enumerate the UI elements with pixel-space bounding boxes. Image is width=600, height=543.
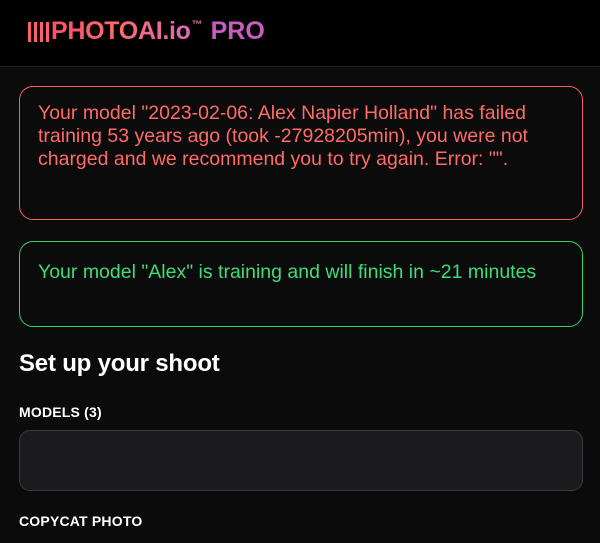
copycat-photo-label: COPYCAT PHOTO bbox=[19, 513, 143, 529]
training-failed-alert: Your model "2023-02-06: Alex Napier Holl… bbox=[19, 86, 583, 220]
models-label: MODELS (3) bbox=[19, 404, 102, 420]
models-select-input[interactable] bbox=[19, 430, 583, 491]
logo-pro-badge: PRO bbox=[210, 17, 265, 45]
top-navbar: PHOTOAI.io ™ PRO bbox=[0, 0, 600, 67]
app-page: PHOTOAI.io ™ PRO Your model "2023-02-06:… bbox=[0, 0, 600, 543]
photoai-logo[interactable]: PHOTOAI.io ™ PRO bbox=[28, 17, 265, 51]
logo-trademark: ™ bbox=[191, 19, 203, 31]
training-progress-alert: Your model "Alex" is training and will f… bbox=[19, 241, 583, 327]
logo-bars-icon bbox=[28, 22, 49, 42]
training-progress-message: Your model "Alex" is training and will f… bbox=[38, 261, 537, 283]
logo-text: PHOTOAI.io bbox=[51, 17, 191, 45]
section-title: Set up your shoot bbox=[19, 350, 220, 377]
training-failed-message: Your model "2023-02-06: Alex Napier Holl… bbox=[38, 102, 528, 170]
